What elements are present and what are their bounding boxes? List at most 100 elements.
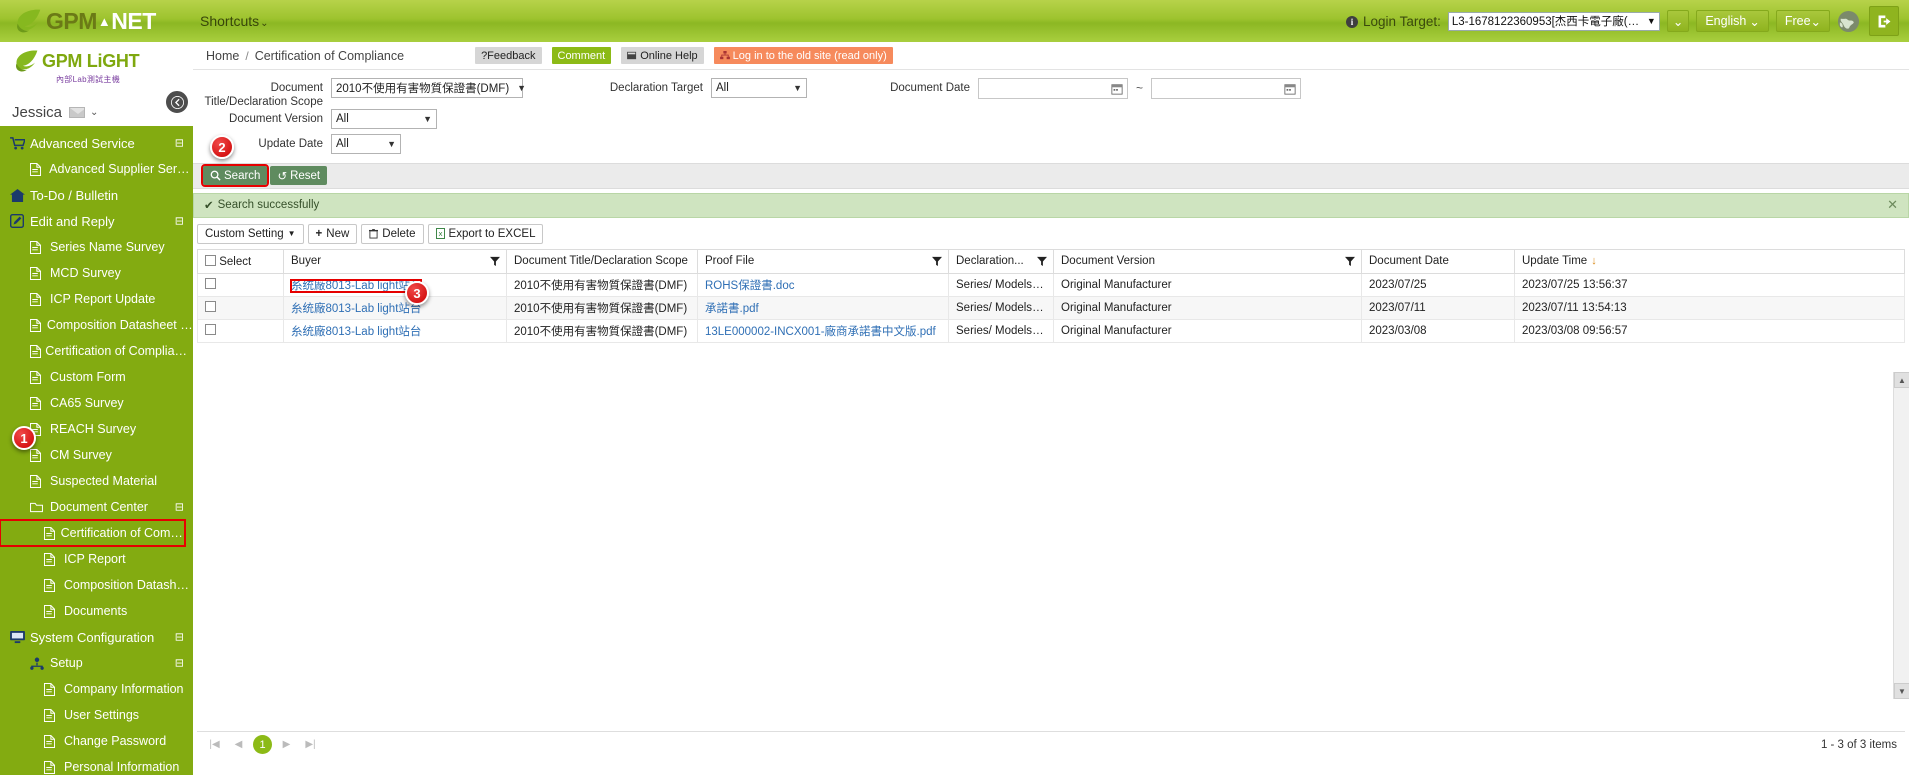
sort-descending-icon[interactable]: ↓: [1591, 255, 1597, 267]
scroll-down-button[interactable]: ▼: [1894, 683, 1909, 699]
table-row[interactable]: 糸统廠8013-Lab light站台 2010不使用有害物質保證書(DMF) 13…: [197, 319, 1905, 343]
info-icon[interactable]: i: [1346, 15, 1359, 28]
row-select-cell[interactable]: [197, 273, 284, 297]
table-row[interactable]: 糸统廠8013-Lab light站台 2010不使用有害物質保證書(DMF) RO…: [197, 273, 1905, 297]
row-checkbox[interactable]: [205, 301, 216, 313]
column-header-document-version[interactable]: Document Version: [1053, 248, 1362, 274]
proof-file-cell-text[interactable]: 承諾書.pdf: [705, 303, 759, 315]
update-date-select[interactable]: All ▼: [331, 133, 401, 154]
login-target-dropdown-button[interactable]: ⌄: [1666, 10, 1690, 32]
next-page-button[interactable]: ▶: [277, 735, 296, 754]
globe-icon[interactable]: [1837, 10, 1860, 33]
sidebar-item-system-configuration[interactable]: System Configuration ⊟: [0, 624, 193, 650]
vertical-scrollbar[interactable]: ▲ ▼: [1893, 372, 1909, 699]
column-header-proof-file[interactable]: Proof File: [697, 248, 949, 274]
collapse-toggle-icon[interactable]: ⊟: [175, 657, 184, 670]
document-date-to-input[interactable]: [1151, 78, 1302, 99]
first-page-button[interactable]: |◀: [205, 735, 224, 754]
sidebar-item-user-settings[interactable]: User Settings: [0, 702, 193, 728]
table-row[interactable]: 糸统廠8013-Lab light站台 2010不使用有害物質保證書(DMF) 承諾…: [197, 296, 1905, 320]
sidebar-item-custom-form[interactable]: Custom Form: [0, 364, 193, 390]
plan-selector[interactable]: Free ⌄: [1775, 10, 1830, 32]
sidebar-item-suspected-material[interactable]: Suspected Material: [0, 468, 193, 494]
login-target-select[interactable]: L3-1678122360953[杰西卡電子廠(Lab ligh... ▼: [1447, 11, 1660, 31]
feedback-button[interactable]: ?Feedback: [475, 47, 542, 64]
column-header-declaration[interactable]: Declaration...: [948, 248, 1054, 274]
mail-icon[interactable]: [69, 107, 86, 118]
column-header-update-time[interactable]: Update Time ↓: [1514, 248, 1905, 274]
language-selector[interactable]: English ⌄: [1696, 10, 1769, 32]
sidebar-item-ca65-survey[interactable]: CA65 Survey: [0, 390, 193, 416]
select-all-checkbox[interactable]: [205, 254, 216, 266]
row-select-cell[interactable]: [197, 319, 284, 343]
buyer-cell[interactable]: 糸统廠8013-Lab light站台: [283, 319, 507, 343]
row-checkbox[interactable]: [205, 278, 216, 290]
document-title-select[interactable]: 2010不使用有害物質保證書(DMF) ▼: [331, 78, 526, 98]
brand-logo[interactable]: GPM ▲ NET: [0, 0, 193, 42]
row-checkbox[interactable]: [205, 324, 216, 336]
comment-button[interactable]: Comment: [551, 47, 612, 64]
prev-page-button[interactable]: ◀: [229, 735, 248, 754]
document-date-from-input[interactable]: [978, 78, 1128, 99]
buyer-cell[interactable]: 糸统廠8013-Lab light站台: [283, 296, 507, 320]
sidebar-item-personal-information[interactable]: Personal Information: [0, 754, 193, 775]
column-header-select[interactable]: Select: [197, 248, 284, 274]
column-filter-icon[interactable]: [490, 256, 500, 266]
sidebar-item-documents[interactable]: Documents: [0, 598, 193, 624]
export-excel-button[interactable]: x Export to EXCEL: [427, 223, 544, 244]
page-number-1[interactable]: 1: [253, 735, 272, 754]
sidebar-item-series-name-survey[interactable]: Series Name Survey: [0, 234, 193, 260]
collapse-toggle-icon[interactable]: ⊟: [175, 631, 184, 644]
new-button[interactable]: + New: [307, 223, 358, 244]
shortcuts-menu[interactable]: Shortcuts⌄: [200, 13, 269, 29]
old-site-link[interactable]: Log in to the old site (read only): [713, 47, 893, 64]
sidebar-item-certification-of-compliance[interactable]: Certification of Compliance: [0, 519, 186, 547]
close-icon[interactable]: ✕: [1887, 197, 1898, 213]
sidebar-item-advanced-service[interactable]: Advanced Service ⊟: [0, 130, 193, 156]
online-help-button[interactable]: Online Help: [621, 47, 704, 64]
column-header-document-title-declaration-scope[interactable]: Document Title/Declaration Scope: [506, 248, 698, 274]
column-filter-icon[interactable]: [1037, 256, 1047, 266]
sidebar-item-change-password[interactable]: Change Password: [0, 728, 193, 754]
proof-file-cell-text[interactable]: 13LE000002-INCX001-廠商承諾書中文版.pdf: [705, 326, 936, 338]
calendar-icon[interactable]: [1111, 83, 1123, 95]
proof-file-cell[interactable]: 承諾書.pdf: [697, 296, 949, 320]
buyer-cell-text[interactable]: 糸统廠8013-Lab light站台: [289, 278, 423, 293]
document-version-select[interactable]: All ▼: [331, 108, 437, 129]
column-header-document-date[interactable]: Document Date: [1361, 248, 1515, 274]
buyer-cell-text[interactable]: 糸统廠8013-Lab light站台: [291, 303, 421, 315]
sidebar-item-composition-datasheet-update[interactable]: Composition Datasheet Update: [0, 312, 193, 338]
proof-file-cell[interactable]: 13LE000002-INCX001-廠商承諾書中文版.pdf: [697, 319, 949, 343]
row-select-cell[interactable]: [197, 296, 284, 320]
scroll-up-button[interactable]: ▲: [1894, 372, 1909, 388]
sidebar-item-composition-datasheet[interactable]: Composition Datasheet: [0, 572, 193, 598]
sidebar-collapse-button[interactable]: [164, 89, 190, 115]
collapse-toggle-icon[interactable]: ⊟: [175, 215, 184, 228]
column-filter-icon[interactable]: [1345, 256, 1355, 266]
sidebar-item-document-center[interactable]: Document Center ⊟: [0, 494, 193, 520]
sidebar-item-certification-of-compliance-update[interactable]: Certification of Compliance Update: [0, 338, 193, 364]
collapse-toggle-icon[interactable]: ⊟: [175, 137, 184, 150]
declaration-target-select[interactable]: All ▼: [711, 78, 807, 98]
sidebar-item-setup[interactable]: Setup ⊟: [0, 650, 193, 676]
buyer-cell[interactable]: 糸统廠8013-Lab light站台: [283, 273, 507, 297]
sidebar-item-icp-report-update[interactable]: ICP Report Update: [0, 286, 193, 312]
proof-file-cell-text[interactable]: ROHS保證書.doc: [705, 280, 794, 292]
sidebar-item-advanced-supplier-service[interactable]: Advanced Supplier Service: [0, 156, 193, 182]
breadcrumb-home[interactable]: Home: [206, 49, 239, 63]
logout-button[interactable]: [1869, 6, 1899, 36]
proof-file-cell[interactable]: ROHS保證書.doc: [697, 273, 949, 297]
column-filter-icon[interactable]: [932, 256, 942, 266]
reset-button[interactable]: ↺ Reset: [270, 166, 328, 186]
search-button[interactable]: Search: [200, 164, 270, 188]
buyer-cell-text[interactable]: 糸统廠8013-Lab light站台: [291, 326, 421, 338]
calendar-icon[interactable]: [1284, 83, 1296, 95]
sidebar-item-edit-and-reply[interactable]: Edit and Reply ⊟: [0, 208, 193, 234]
custom-setting-button[interactable]: Custom Setting ▼: [197, 223, 304, 244]
collapse-toggle-icon[interactable]: ⊟: [175, 501, 184, 514]
column-header-buyer[interactable]: Buyer: [283, 248, 507, 274]
sidebar-item-mcd-survey[interactable]: MCD Survey: [0, 260, 193, 286]
delete-button[interactable]: Delete: [361, 223, 424, 244]
last-page-button[interactable]: ▶|: [301, 735, 320, 754]
sidebar-item-icp-report[interactable]: ICP Report: [0, 546, 193, 572]
